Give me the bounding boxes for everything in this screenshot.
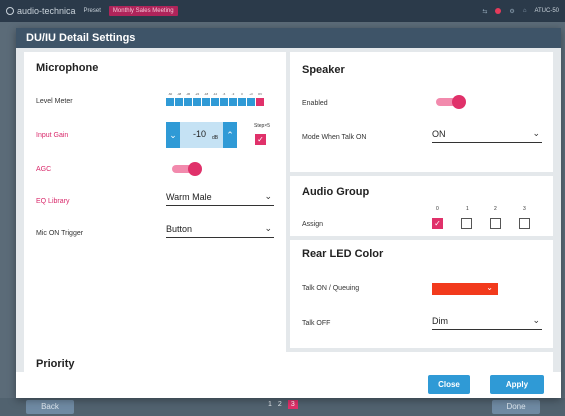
talk-off-label: Talk OFF	[302, 320, 331, 327]
eq-library-label: EQ Library	[36, 198, 70, 205]
record-icon	[495, 8, 502, 14]
group-3-checkbox[interactable]	[519, 218, 530, 229]
microphone-panel: Microphone Level Meter -60 -48 -36 -24 -…	[24, 52, 286, 370]
preset-value[interactable]: Monthly Sales Meeting	[108, 6, 178, 16]
rear-led-title: Rear LED Color	[302, 248, 384, 260]
input-gain-stepper: ⌄ -10 dB ⌃	[166, 122, 237, 148]
settings-icon[interactable]: ⚙	[509, 8, 514, 15]
meter-segment	[166, 98, 174, 106]
meter-segment	[175, 98, 183, 106]
meter-segment	[202, 98, 210, 106]
mic-on-trigger-label: Mic ON Trigger	[36, 230, 84, 237]
meter-segment	[193, 98, 201, 106]
group-2-checkbox[interactable]	[490, 218, 501, 229]
page-1[interactable]: 1	[268, 401, 272, 408]
meter-segment	[184, 98, 192, 106]
rear-led-panel: Rear LED Color Talk ON / Queuing ⌄ Talk …	[290, 240, 553, 348]
speaker-enabled-label: Enabled	[302, 100, 328, 107]
speaker-enabled-toggle[interactable]	[436, 95, 466, 109]
gain-value: -10	[193, 129, 207, 139]
speaker-title: Speaker	[302, 64, 345, 76]
mic-on-trigger-select[interactable]: Button ⌄	[166, 223, 274, 238]
chevron-down-icon: ⌄	[532, 315, 540, 325]
meter-segment	[220, 98, 228, 106]
step-label: Step×5	[254, 123, 270, 129]
group-3-label: 3	[523, 206, 526, 212]
status-icons: ⇆ ⚙ ⌂ ATUC-50	[482, 8, 559, 15]
chevron-down-icon: ⌄	[264, 191, 272, 201]
network-icon: ⇆	[482, 8, 488, 15]
mode-when-talk-on-value: ON	[432, 129, 446, 139]
talk-on-queuing-label: Talk ON / Queuing	[302, 285, 360, 292]
meter-segment	[247, 98, 255, 106]
meter-peak-segment	[256, 98, 264, 106]
mode-when-talk-on-select[interactable]: ON ⌄	[432, 128, 542, 143]
preset-label: Preset	[83, 8, 101, 14]
chevron-down-icon: ⌄	[264, 223, 272, 233]
group-1-checkbox[interactable]	[461, 218, 472, 229]
level-meter-ticks: -60 -48 -36 -24 -18 -12 -6 -3 0 +3 OV	[167, 92, 263, 96]
brand-logo: audio-technica	[6, 6, 76, 16]
mic-on-trigger-value: Button	[166, 224, 193, 234]
gain-down-button[interactable]: ⌄	[166, 122, 180, 148]
page-3[interactable]: 3	[287, 400, 298, 409]
microphone-title: Microphone	[36, 62, 99, 74]
chevron-down-icon: ⌄	[532, 128, 540, 138]
meter-segment	[211, 98, 219, 106]
model-name: ATUC-50	[534, 8, 559, 14]
eq-library-select[interactable]: Warm Male ⌄	[166, 191, 274, 206]
talk-on-color-select[interactable]: ⌄	[432, 283, 498, 295]
logo-icon	[6, 7, 14, 15]
pager: 1 2 3	[268, 400, 298, 409]
level-meter	[166, 98, 264, 106]
priority-title: Priority	[36, 358, 75, 370]
talk-off-value: Dim	[432, 316, 448, 326]
meter-segment	[229, 98, 237, 106]
input-gain-label: Input Gain	[36, 132, 69, 139]
chevron-down-icon: ⌄	[486, 283, 493, 292]
agc-toggle[interactable]	[172, 162, 202, 176]
done-button[interactable]: Done	[492, 400, 540, 414]
gain-up-button[interactable]: ⌃	[223, 122, 237, 148]
brand-name: audio-technica	[17, 6, 76, 16]
app-topbar: audio-technica Preset Monthly Sales Meet…	[0, 0, 565, 22]
close-button[interactable]: Close	[428, 375, 470, 394]
mode-when-talk-on-label: Mode When Talk ON	[302, 134, 367, 141]
detail-settings-dialog: DU/IU Detail Settings Microphone Level M…	[16, 28, 561, 398]
agc-label: AGC	[36, 166, 52, 173]
meter-segment	[238, 98, 246, 106]
group-0-label: 0	[436, 206, 439, 212]
eq-library-value: Warm Male	[166, 192, 212, 202]
group-0-checkbox[interactable]: ✓	[432, 218, 443, 229]
priority-panel: Priority	[24, 352, 553, 374]
dialog-title: DU/IU Detail Settings	[16, 28, 561, 48]
gain-unit: dB	[212, 135, 219, 141]
assign-label: Assign	[302, 221, 324, 228]
audio-group-panel: Audio Group Assign 0 1 2 3 ✓	[290, 176, 553, 236]
back-button[interactable]: Back	[26, 400, 74, 414]
step-checkbox[interactable]: ✓	[255, 134, 266, 145]
dialog-footer: Close Apply	[16, 372, 561, 398]
apply-button[interactable]: Apply	[490, 375, 544, 394]
speaker-panel: Speaker Enabled Mode When Talk ON ON ⌄	[290, 52, 553, 172]
level-meter-label: Level Meter	[36, 98, 73, 105]
audio-group-title: Audio Group	[302, 186, 370, 198]
user-icon[interactable]: ⌂	[523, 8, 527, 14]
page-2[interactable]: 2	[278, 401, 282, 408]
group-2-label: 2	[494, 206, 497, 212]
talk-off-select[interactable]: Dim ⌄	[432, 315, 542, 330]
group-1-label: 1	[466, 206, 469, 212]
